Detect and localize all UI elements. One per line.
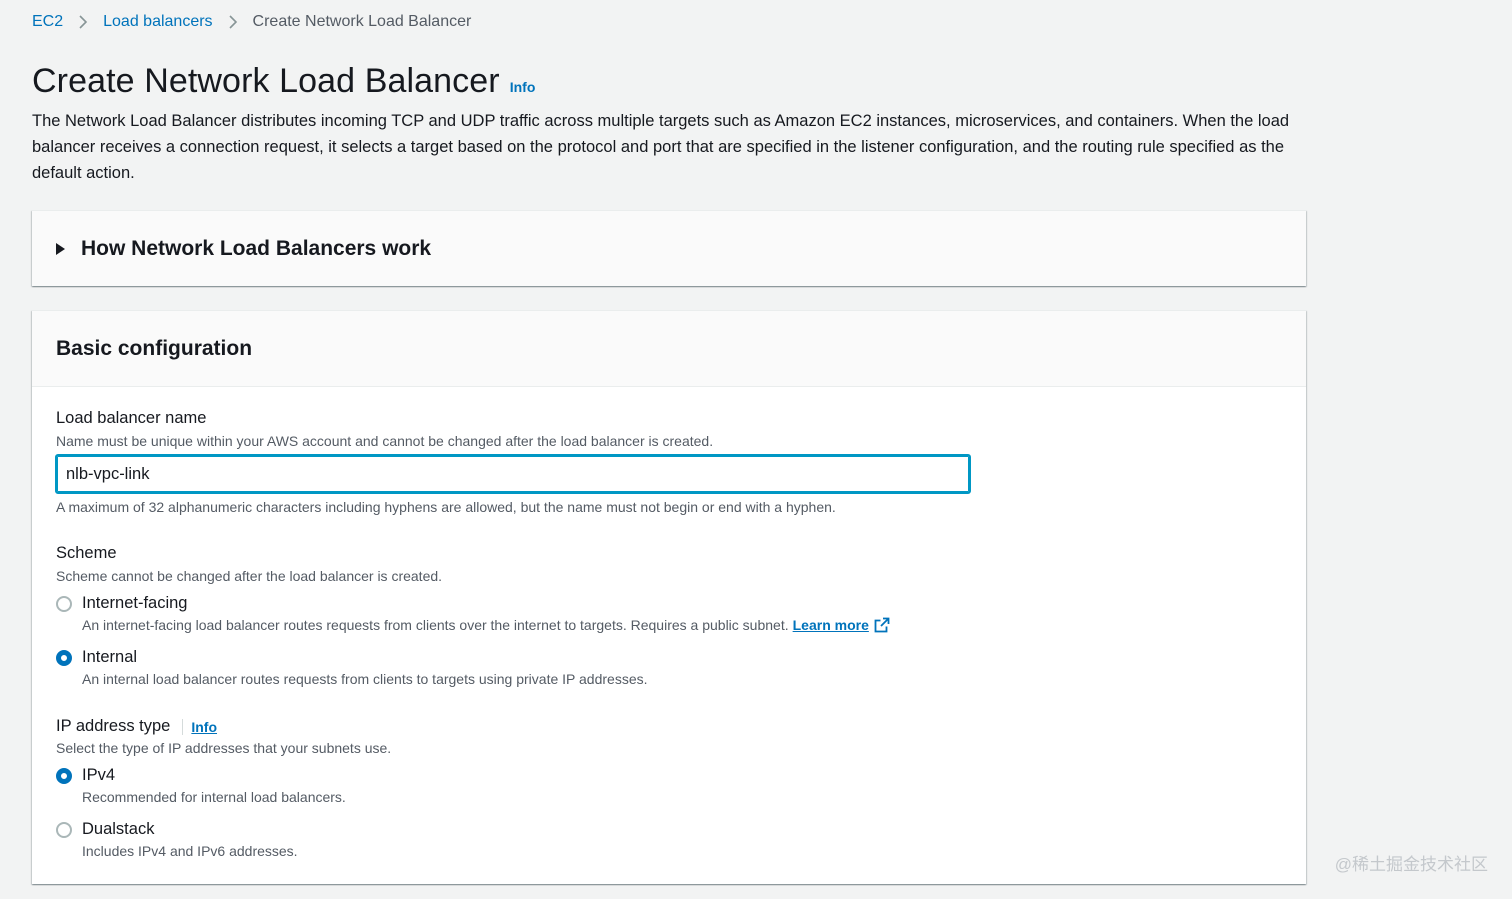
- radio-dualstack[interactable]: [56, 821, 72, 838]
- dualstack-description: Includes IPv4 and IPv6 addresses.: [82, 843, 298, 859]
- ip-option-dualstack[interactable]: Dualstack: [56, 820, 154, 839]
- learn-more-link[interactable]: Learn more: [793, 617, 890, 633]
- scheme-option-internal[interactable]: Internal: [56, 648, 137, 667]
- breadcrumb-ec2[interactable]: EC2: [32, 13, 63, 31]
- breadcrumb-load-balancers[interactable]: Load balancers: [103, 13, 212, 31]
- watermark: @稀土掘金技术社区: [1334, 855, 1488, 874]
- how-it-works-toggle[interactable]: How Network Load Balancers work: [32, 211, 1306, 287]
- ip-type-description: Select the type of IP addresses that you…: [56, 740, 392, 756]
- scheme-label: Scheme: [56, 544, 117, 562]
- basic-configuration-panel: Basic configuration Load balancer name N…: [32, 310, 1306, 884]
- internet-facing-description: An internet-facing load balancer routes …: [82, 617, 890, 633]
- ip-option-ipv4[interactable]: IPv4: [56, 766, 115, 785]
- ip-type-label: IP address type: [56, 717, 171, 735]
- ip-type-label-row: IP address type Info: [56, 717, 217, 736]
- radio-ipv4[interactable]: [56, 767, 72, 784]
- how-it-works-section: How Network Load Balancers work: [32, 210, 1306, 286]
- title-info-link[interactable]: Info: [510, 79, 536, 95]
- internet-facing-label: Internet-facing: [82, 594, 188, 612]
- radio-internal[interactable]: [56, 649, 72, 666]
- ipv4-label: IPv4: [82, 766, 116, 784]
- lb-name-label: Load balancer name: [56, 409, 207, 427]
- external-link-icon: [874, 617, 890, 633]
- dualstack-label: Dualstack: [82, 820, 155, 838]
- learn-more-label: Learn more: [792, 617, 869, 633]
- basic-configuration-title: Basic configuration: [56, 336, 253, 360]
- lb-name-constraint: A maximum of 32 alphanumeric characters …: [56, 499, 836, 515]
- breadcrumb-current: Create Network Load Balancer: [252, 13, 472, 30]
- chevron-right-icon: [77, 14, 89, 30]
- how-it-works-title: How Network Load Balancers work: [81, 237, 432, 260]
- page-title: Create Network Load Balancer: [32, 62, 500, 100]
- internal-description: An internal load balancer routes request…: [82, 671, 648, 687]
- radio-internet-facing[interactable]: [56, 595, 72, 612]
- ip-type-info-link[interactable]: Info: [182, 718, 217, 735]
- scheme-description: Scheme cannot be changed after the load …: [56, 568, 443, 584]
- chevron-right-icon: [227, 14, 239, 30]
- breadcrumb: EC2 Load balancers Create Network Load B…: [32, 13, 471, 31]
- scheme-option-internet-facing[interactable]: Internet-facing: [56, 594, 187, 613]
- internet-facing-description-text: An internet-facing load balancer routes …: [82, 617, 789, 633]
- lb-name-description: Name must be unique within your AWS acco…: [56, 433, 714, 449]
- page-description: The Network Load Balancer distributes in…: [32, 112, 1290, 182]
- internal-label: Internal: [82, 648, 138, 666]
- caret-right-icon: [56, 243, 65, 255]
- page: EC2 Load balancers Create Network Load B…: [0, 0, 1512, 899]
- title-row: Create Network Load Balancer Info: [32, 62, 535, 101]
- ipv4-description: Recommended for internal load balancers.: [82, 789, 346, 805]
- lb-name-input[interactable]: [55, 454, 971, 494]
- basic-configuration-header: Basic configuration: [32, 311, 1306, 387]
